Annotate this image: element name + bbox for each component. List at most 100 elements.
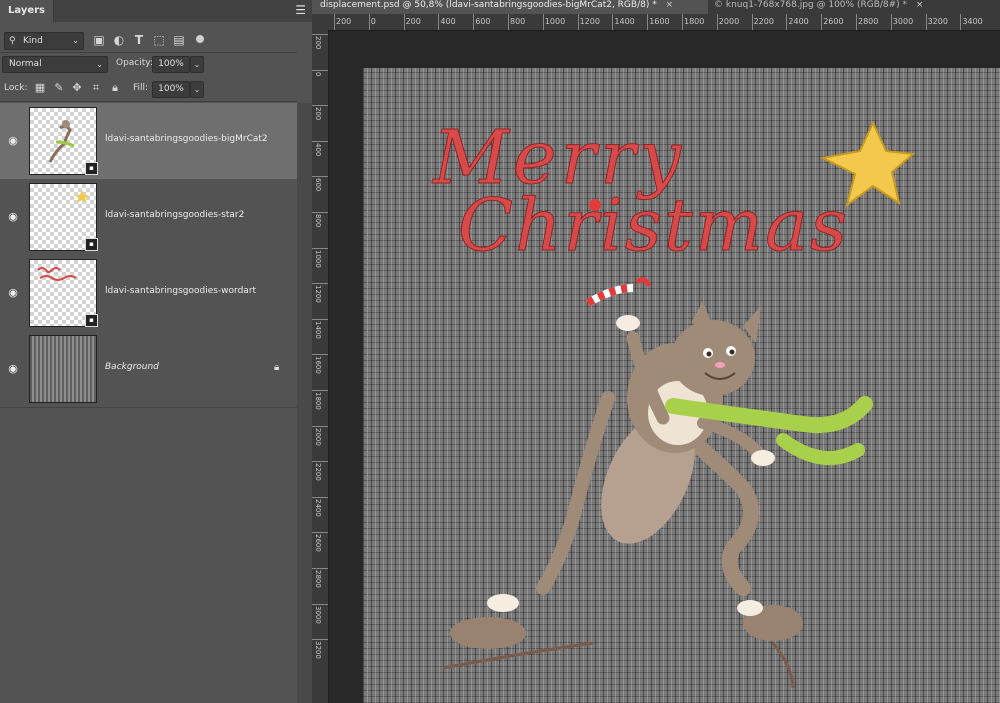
ruler-label: 1000 <box>544 17 566 26</box>
ruler-tick <box>682 14 683 30</box>
divider <box>0 101 297 102</box>
ruler-tick <box>312 568 328 569</box>
ruler-label: 2000 <box>314 427 322 446</box>
filter-type-icon[interactable]: T <box>132 33 146 47</box>
lock-position-icon[interactable]: ✥ <box>71 82 83 94</box>
layer-thumbnail <box>29 335 97 403</box>
panel-header: Layers ☰ <box>0 0 312 22</box>
lock-brush-icon[interactable]: ✎ <box>53 82 65 94</box>
opacity-chevron-icon[interactable]: ⌄ <box>190 56 204 73</box>
vertical-ruler[interactable]: 200 0 200 400 600 800 1000 1200 1400 1600 1800 2000… <box>312 30 329 703</box>
ruler-tick <box>312 532 328 534</box>
close-icon[interactable]: × <box>916 0 924 10</box>
ruler-label: 200 <box>314 107 322 121</box>
ruler-label: 200 <box>405 17 421 26</box>
ruler-tick <box>821 14 823 30</box>
ruler-label: 1600 <box>649 17 670 26</box>
ruler-label: 2600 <box>823 17 844 26</box>
chevron-down-icon: ⌄ <box>72 36 79 45</box>
ruler-corner <box>312 14 329 31</box>
filter-adjustment-icon[interactable]: ◐ <box>112 33 126 47</box>
ruler-tick <box>960 14 962 30</box>
filter-kind-select[interactable]: ⚲ Kind ⌄ <box>4 32 84 50</box>
layer-row[interactable]: ◉ ▪ ldavi-santabringsgoodies-wordart <box>0 255 297 332</box>
tab-document[interactable]: displacement.psd @ 50,8% (ldavi-santabri… <box>312 0 708 14</box>
ruler-label: 1800 <box>684 17 705 26</box>
ruler-tick <box>312 212 328 213</box>
layer-row[interactable]: ◉ ▪ ldavi-santabringsgoodies-star2 <box>0 179 297 256</box>
ruler-label: 0 <box>370 17 376 26</box>
visibility-eye-icon[interactable]: ◉ <box>6 210 20 224</box>
fill-input[interactable]: 100% <box>152 81 190 98</box>
document-canvas[interactable]: Merry Christmas <box>363 68 1000 703</box>
layer-name[interactable]: ldavi-santabringsgoodies-wordart <box>105 286 256 296</box>
ruler-label: 3400 <box>962 17 983 26</box>
panel-menu-icon[interactable]: ☰ <box>295 4 306 16</box>
filter-pixel-icon[interactable]: ▣ <box>92 33 106 47</box>
ruler-tick <box>312 69 328 71</box>
lock-artboard-icon[interactable]: ⌗ <box>90 82 102 94</box>
layer-row[interactable]: ◉ Background 🔒︎ <box>0 331 297 408</box>
fill-label: Fill: <box>133 83 149 93</box>
ruler-tick <box>312 105 328 107</box>
layer-name[interactable]: ldavi-santabringsgoodies-bigMrCat2 <box>105 134 268 144</box>
wordart-ornament <box>589 199 601 211</box>
filter-shape-icon[interactable]: ⬚ <box>152 33 166 47</box>
filter-toggle[interactable] <box>196 35 204 43</box>
ruler-tick <box>312 318 328 320</box>
filter-smartobject-icon[interactable]: ▤ <box>172 33 186 47</box>
ruler-tick <box>312 461 328 463</box>
ruler-tick <box>647 14 649 30</box>
wordart-christmas: Christmas <box>458 183 849 267</box>
artwork: Merry Christmas <box>431 115 916 689</box>
ruler-tick <box>890 14 892 30</box>
ruler-label: 1200 <box>314 285 322 304</box>
ruler-tick <box>508 14 509 30</box>
ruler-tick <box>612 14 614 30</box>
lock-all-icon[interactable]: 🔒︎ <box>109 82 121 94</box>
smart-object-icon: ▪ <box>85 314 98 327</box>
ruler-label: 0 <box>314 71 322 77</box>
ruler-tick <box>368 14 370 30</box>
ruler-label: 1600 <box>314 356 322 375</box>
ruler-label: 2400 <box>788 17 809 26</box>
ruler-label: 400 <box>314 142 322 157</box>
layer-row[interactable]: ◉ ▪ ldavi-santabringsgoodies-bigMrCat2 <box>0 103 297 180</box>
ruler-label: 2800 <box>314 570 322 588</box>
close-icon[interactable]: × <box>666 0 674 10</box>
layer-name[interactable]: Background <box>105 362 159 372</box>
ruler-label: 3200 <box>927 17 948 26</box>
ruler-label: 1200 <box>579 17 600 26</box>
smart-object-icon: ▪ <box>85 162 98 175</box>
ruler-label: 1800 <box>314 392 322 410</box>
opacity-input[interactable]: 100% <box>152 56 190 73</box>
lock-transparent-icon[interactable]: ▦ <box>34 82 46 94</box>
horizontal-ruler[interactable]: 200 0 200 400 600 800 1000 1200 1400 1600 1800 2000… <box>328 14 1000 31</box>
ruler-tick <box>334 14 335 30</box>
fill-chevron-icon[interactable]: ⌄ <box>190 81 204 98</box>
ruler-label: 2800 <box>858 17 879 26</box>
chevron-down-icon: ⌄ <box>96 60 103 69</box>
ruler-label: 1400 <box>614 17 635 26</box>
tab-document[interactable]: © knuq1-768x768.jpg @ 100% (RGB/8#) * × <box>708 0 1000 14</box>
ruler-tick <box>856 14 857 30</box>
ruler-label: 400 <box>440 17 456 26</box>
search-icon: ⚲ <box>9 36 16 46</box>
blend-mode-select[interactable]: Normal ⌄ <box>2 56 108 73</box>
ruler-tick <box>312 34 328 35</box>
visibility-eye-icon[interactable]: ◉ <box>6 286 20 300</box>
divider <box>0 52 297 53</box>
visibility-eye-icon[interactable]: ◉ <box>6 134 20 148</box>
layers-tab[interactable]: Layers <box>0 0 54 22</box>
ruler-label: 1400 <box>314 320 322 339</box>
ruler-tick <box>438 14 440 30</box>
ruler-label: 2000 <box>718 17 740 26</box>
ruler-tick <box>473 14 475 30</box>
ruler-label: 3000 <box>314 605 322 624</box>
visibility-eye-icon[interactable]: ◉ <box>6 362 20 376</box>
cat-illustration <box>442 277 873 689</box>
panel-scrollbar[interactable] <box>297 103 312 703</box>
ruler-label: 2400 <box>314 498 322 517</box>
layer-name[interactable]: ldavi-santabringsgoodies-star2 <box>105 210 244 220</box>
ruler-label: 600 <box>475 17 491 26</box>
